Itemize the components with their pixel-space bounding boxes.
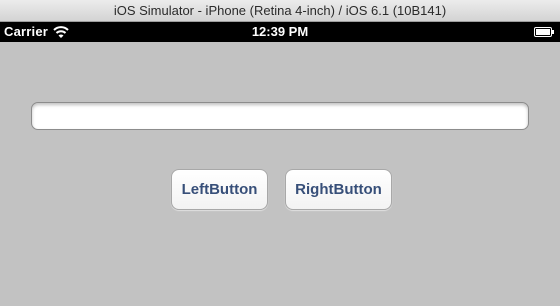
left-button[interactable]: LeftButton <box>171 169 268 210</box>
window-title: iOS Simulator - iPhone (Retina 4-inch) /… <box>113 3 447 18</box>
status-bar: Carrier 12:39 PM <box>0 22 560 42</box>
battery-icon <box>534 27 554 37</box>
right-button[interactable]: RightButton <box>285 169 392 210</box>
status-time: 12:39 PM <box>251 24 309 39</box>
simulator-window: iOS Simulator - iPhone (Retina 4-inch) /… <box>0 0 560 306</box>
text-field[interactable] <box>31 102 529 130</box>
window-titlebar: iOS Simulator - iPhone (Retina 4-inch) /… <box>0 0 560 22</box>
app-view: LeftButton RightButton <box>0 42 560 306</box>
